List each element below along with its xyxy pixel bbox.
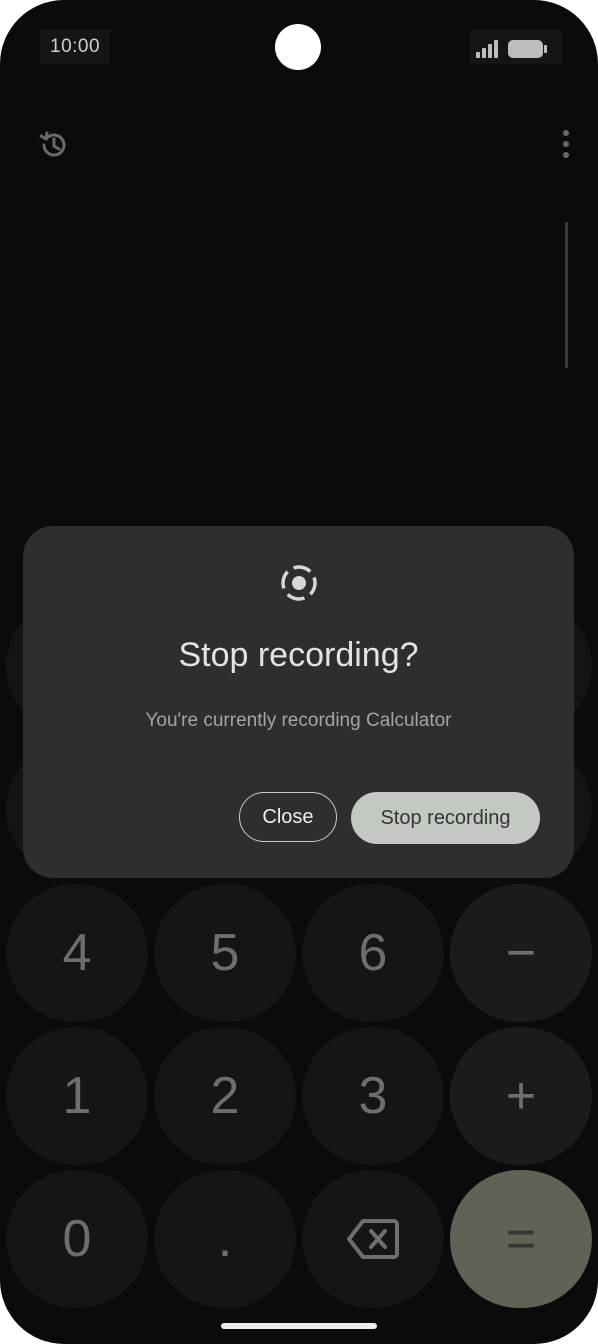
status-bar: 10:00 bbox=[0, 0, 598, 70]
stop-recording-button[interactable]: Stop recording bbox=[351, 792, 540, 844]
key-equals[interactable]: = bbox=[450, 1170, 592, 1308]
key-3[interactable]: 3 bbox=[302, 1027, 444, 1165]
dialog-message: You're currently recording Calculator bbox=[145, 710, 452, 731]
key-6[interactable]: 6 bbox=[302, 884, 444, 1022]
home-indicator[interactable] bbox=[221, 1323, 377, 1329]
key-label: = bbox=[505, 1210, 537, 1268]
key-0[interactable]: 0 bbox=[6, 1170, 148, 1308]
key-label: . bbox=[217, 1210, 233, 1268]
phone-screen: 10:00 4 5 6 − 1 2 3 + 0 . = Stop recordi… bbox=[0, 0, 598, 1344]
camera-cutout bbox=[275, 24, 321, 70]
close-button[interactable]: Close bbox=[239, 792, 337, 842]
key-5[interactable]: 5 bbox=[154, 884, 296, 1022]
key-label: 4 bbox=[62, 924, 92, 982]
key-label: + bbox=[505, 1067, 537, 1125]
screen-record-icon bbox=[281, 565, 317, 601]
key-label: 6 bbox=[358, 924, 388, 982]
key-minus[interactable]: − bbox=[450, 884, 592, 1022]
key-4[interactable]: 4 bbox=[6, 884, 148, 1022]
stop-recording-dialog: Stop recording? You're currently recordi… bbox=[23, 526, 574, 878]
battery-icon bbox=[508, 40, 547, 58]
signal-bars-icon bbox=[476, 40, 498, 58]
key-label: − bbox=[505, 924, 537, 982]
key-label: 0 bbox=[62, 1210, 92, 1268]
key-label: 3 bbox=[358, 1067, 388, 1125]
key-decimal[interactable]: . bbox=[154, 1170, 296, 1308]
backspace-icon bbox=[347, 1219, 399, 1259]
key-label: 5 bbox=[210, 924, 240, 982]
dialog-title: Stop recording? bbox=[178, 636, 419, 674]
key-plus[interactable]: + bbox=[450, 1027, 592, 1165]
display-scrollbar[interactable] bbox=[565, 222, 568, 368]
history-icon[interactable] bbox=[36, 128, 70, 162]
key-1[interactable]: 1 bbox=[6, 1027, 148, 1165]
key-2[interactable]: 2 bbox=[154, 1027, 296, 1165]
key-backspace[interactable] bbox=[302, 1170, 444, 1308]
status-time: 10:00 bbox=[50, 36, 101, 57]
key-label: 2 bbox=[210, 1067, 240, 1125]
more-vert-icon[interactable] bbox=[552, 128, 580, 160]
key-label: 1 bbox=[62, 1067, 92, 1125]
